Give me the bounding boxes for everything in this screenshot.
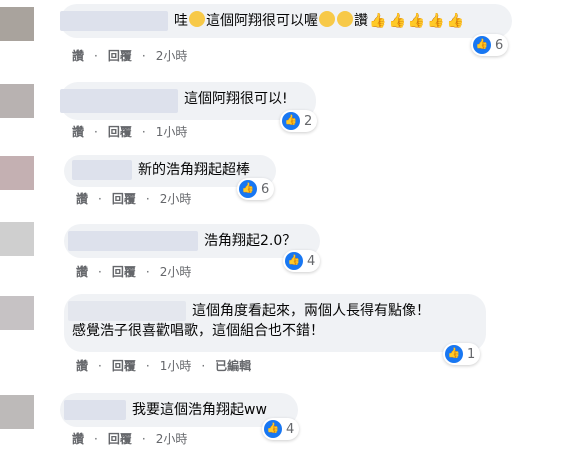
reaction-number: 4 — [286, 421, 295, 437]
avatar[interactable] — [0, 7, 34, 41]
separator: · — [98, 192, 102, 206]
like-link[interactable]: 讚 — [76, 192, 88, 206]
like-link[interactable]: 讚 — [76, 359, 88, 373]
separator: · — [94, 125, 98, 139]
thumbs-up-emoji-icon: 👍 — [388, 13, 406, 29]
like-link[interactable]: 讚 — [72, 49, 84, 63]
redacted-name — [60, 11, 168, 31]
comment-actions: 讚 · 回覆 · 2小時 — [72, 48, 197, 64]
thumbs-up-icon: 👍 — [239, 180, 257, 198]
comment-actions: 讚 · 回覆 · 2小時 — [72, 431, 197, 447]
reaction-count[interactable]: 👍 4 — [283, 250, 321, 272]
reaction-number: 6 — [495, 37, 504, 53]
avatar[interactable] — [0, 395, 34, 429]
comment-actions: 讚 · 回覆 · 1小時 · 已編輯 — [76, 358, 261, 374]
edited-label[interactable]: 已編輯 — [215, 359, 251, 373]
redacted-name — [68, 301, 186, 321]
timestamp[interactable]: 1小時 — [156, 125, 188, 139]
reaction-count[interactable]: 👍 6 — [471, 34, 509, 56]
separator: · — [145, 265, 150, 279]
avatar[interactable] — [0, 156, 34, 190]
thumbs-up-emoji-icon: 👍 — [446, 13, 465, 29]
timestamp[interactable]: 2小時 — [156, 432, 188, 446]
like-link[interactable]: 讚 — [72, 432, 84, 446]
reaction-number: 4 — [307, 253, 316, 269]
thumbs-up-icon: 👍 — [285, 252, 303, 270]
thumbs-up-emoji-icon: 👍 — [369, 13, 387, 29]
avatar[interactable] — [0, 84, 34, 118]
reaction-count[interactable]: 👍 4 — [262, 418, 300, 440]
redacted-name — [68, 231, 198, 251]
separator: · — [98, 359, 102, 373]
timestamp[interactable]: 2小時 — [160, 192, 192, 206]
comment-text-2: 感覺浩子很喜歡唱歌，這個組合也不錯！ — [72, 323, 324, 339]
thumbs-up-icon: 👍 — [264, 420, 282, 438]
reaction-count[interactable]: 👍 2 — [280, 110, 318, 132]
comment-text: 這個阿翔很可以! — [184, 91, 288, 107]
separator: · — [141, 432, 146, 446]
comment-bubble: 浩角翔起2.0？ — [64, 224, 320, 258]
reply-link[interactable]: 回覆 — [108, 49, 132, 63]
comment-text: 我要這個浩角翔起ww — [132, 402, 267, 418]
thumbs-up-icon: 👍 — [473, 36, 491, 54]
reaction-count[interactable]: 👍 6 — [237, 178, 275, 200]
separator: · — [94, 49, 98, 63]
comment-text-2: 這個阿翔很可以喔 — [206, 13, 318, 29]
reply-link[interactable]: 回覆 — [112, 359, 136, 373]
redacted-name — [64, 400, 126, 420]
separator: · — [141, 125, 146, 139]
comment-text: 哇 — [174, 13, 188, 29]
comment-actions: 讚 · 回覆 · 2小時 — [76, 191, 201, 207]
laughing-emoji-icon — [189, 11, 205, 27]
separator: · — [201, 359, 206, 373]
comment-text: 新的浩角翔起超棒 — [138, 162, 250, 178]
comment-actions: 讚 · 回覆 · 1小時 — [72, 124, 197, 140]
timestamp[interactable]: 2小時 — [156, 49, 188, 63]
separator: · — [141, 49, 146, 63]
reaction-number: 2 — [304, 113, 313, 129]
avatar[interactable] — [0, 296, 34, 330]
reply-link[interactable]: 回覆 — [108, 125, 132, 139]
separator: · — [94, 432, 98, 446]
separator: · — [98, 265, 102, 279]
reaction-number: 1 — [467, 346, 476, 362]
thumbs-up-emoji-icon: 👍 — [407, 13, 426, 29]
reply-link[interactable]: 回覆 — [112, 192, 136, 206]
comment-bubble: 這個角度看起來，兩個人長得有點像！ 感覺浩子很喜歡唱歌，這個組合也不錯！ — [64, 294, 486, 352]
comment-bubble: 這個阿翔很可以! — [60, 82, 316, 120]
avatar[interactable] — [0, 222, 34, 256]
thumbs-up-icon: 👍 — [445, 345, 463, 363]
comment-bubble: 哇這個阿翔很可以喔 讚👍 👍 👍 👍 👍 — [60, 4, 512, 38]
separator: · — [145, 192, 150, 206]
reply-link[interactable]: 回覆 — [108, 432, 132, 446]
redacted-name — [72, 160, 132, 180]
timestamp[interactable]: 2小時 — [160, 265, 192, 279]
comment-text: 浩角翔起2.0？ — [204, 233, 297, 249]
reply-link[interactable]: 回覆 — [112, 265, 136, 279]
thumbs-up-emoji-icon: 👍 — [427, 13, 445, 29]
comment-text: 這個角度看起來，兩個人長得有點像！ — [192, 303, 430, 319]
comment-actions: 讚 · 回覆 · 2小時 — [76, 264, 201, 280]
like-link[interactable]: 讚 — [76, 265, 88, 279]
timestamp[interactable]: 1小時 — [160, 359, 192, 373]
reaction-count[interactable]: 👍 1 — [443, 343, 481, 365]
comment-text-3: 讚 — [354, 13, 368, 29]
reaction-number: 6 — [261, 181, 270, 197]
separator: · — [145, 359, 150, 373]
grinning-emoji-icon — [319, 11, 335, 27]
thumbs-up-icon: 👍 — [282, 112, 300, 130]
redacted-name — [60, 89, 178, 113]
like-link[interactable]: 讚 — [72, 125, 84, 139]
grinning-emoji-icon — [337, 11, 353, 27]
comment-bubble: 我要這個浩角翔起ww — [60, 393, 298, 427]
